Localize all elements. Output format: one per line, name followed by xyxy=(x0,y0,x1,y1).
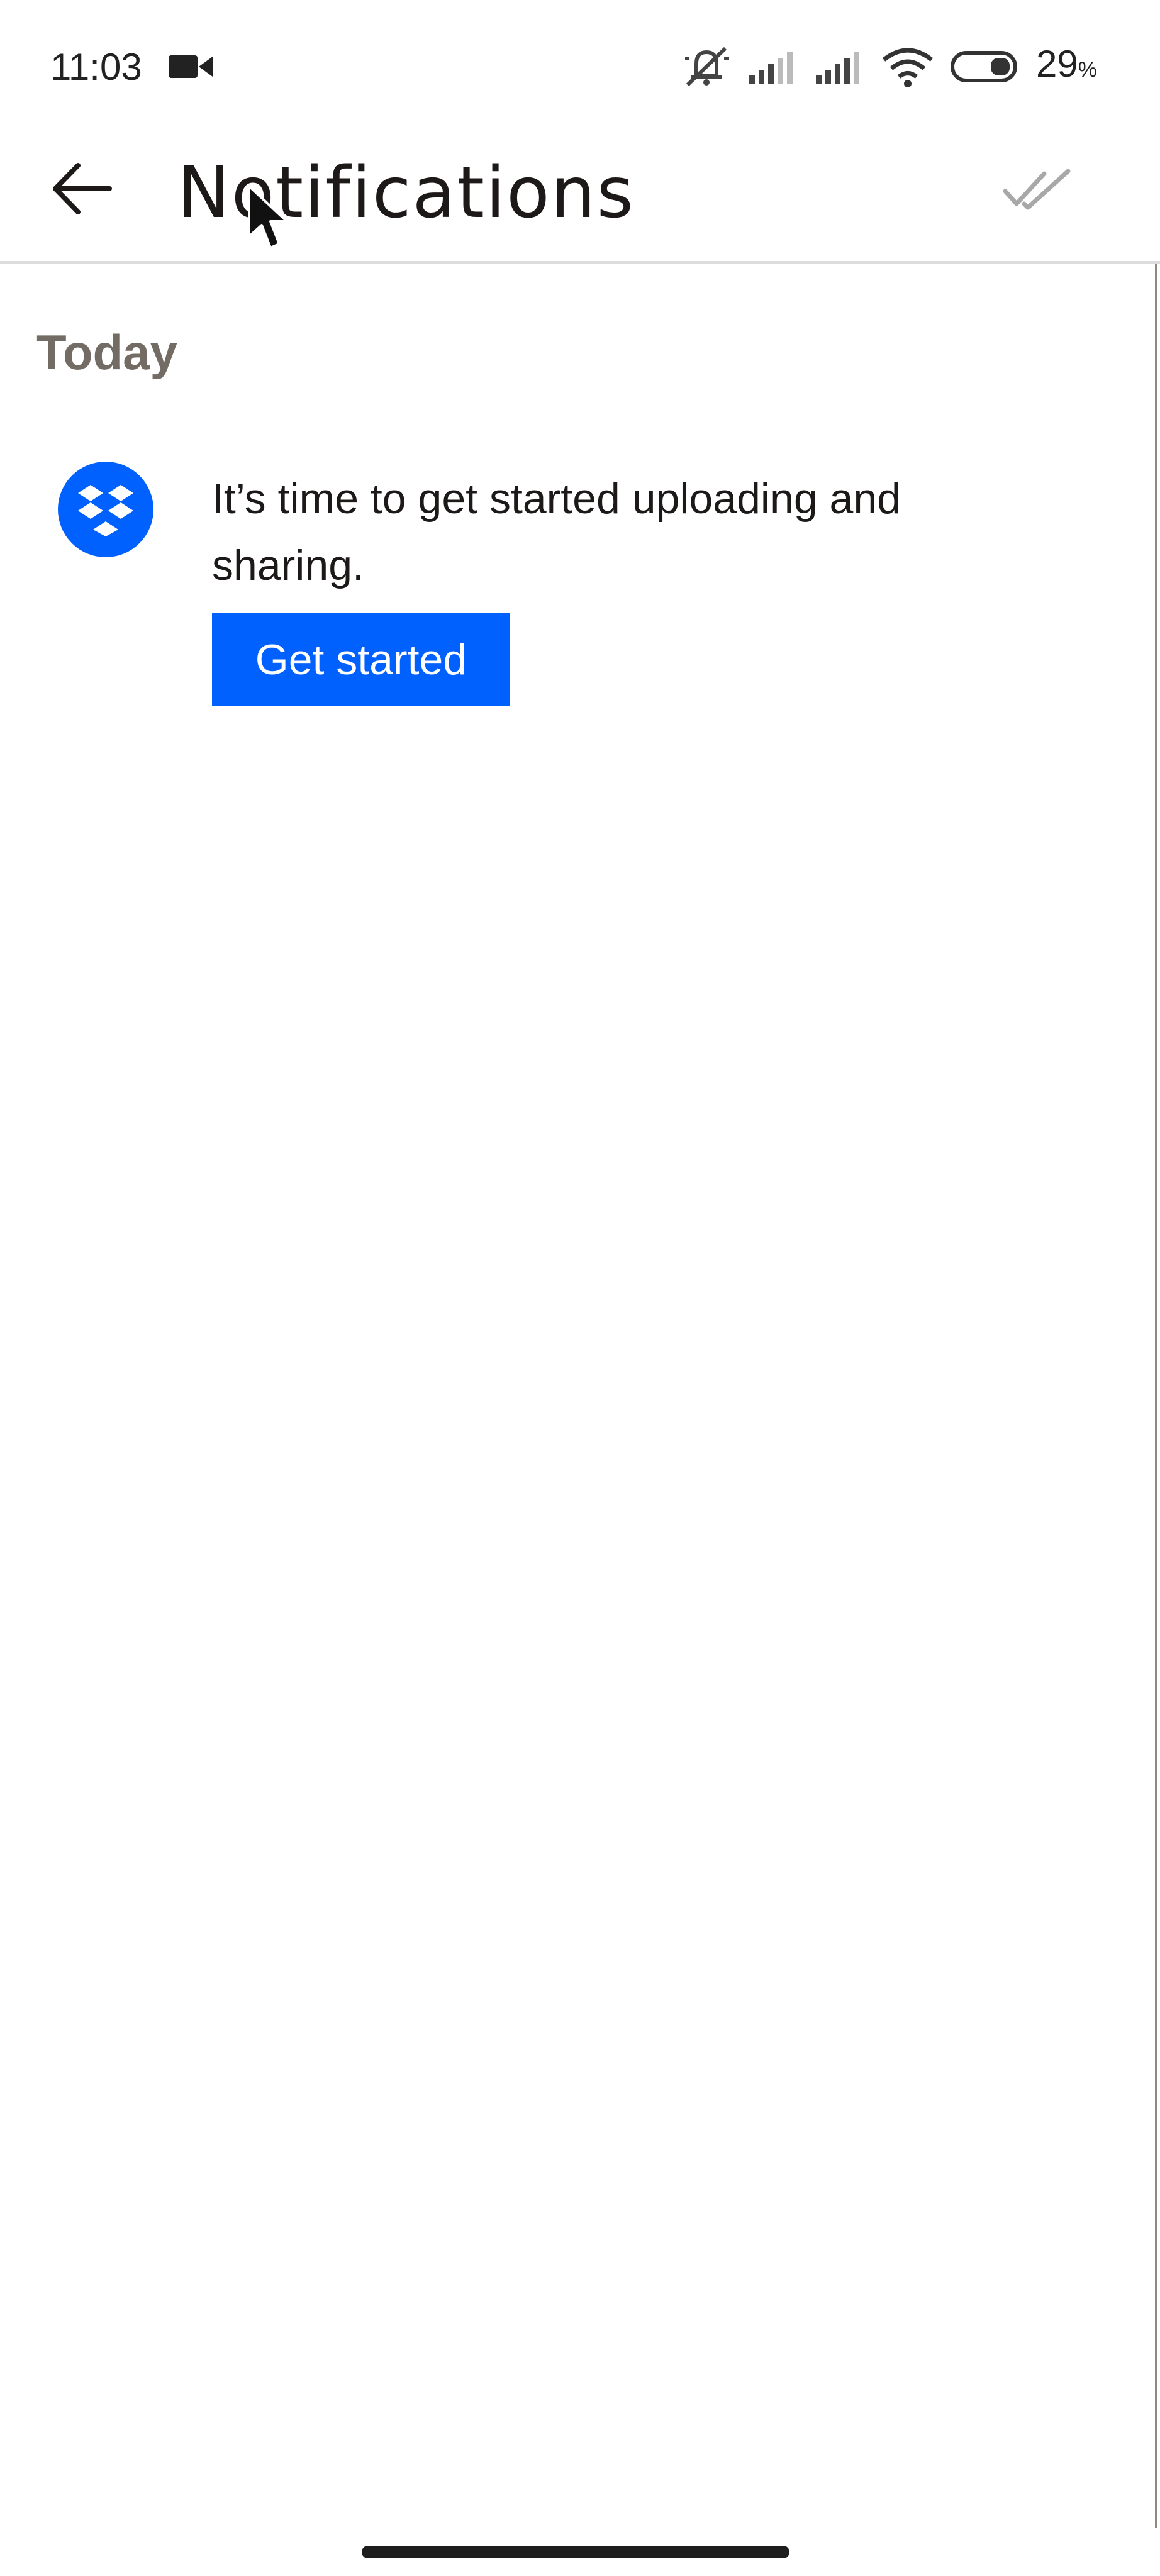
back-button[interactable] xyxy=(44,151,120,226)
status-time: 11:03 xyxy=(50,46,142,88)
battery-value: 29 xyxy=(1036,42,1078,85)
signal-strength-icon xyxy=(816,52,860,84)
signal-strength-icon xyxy=(749,52,793,84)
section-header-today: Today xyxy=(36,325,177,380)
video-camera-icon xyxy=(169,55,213,78)
wifi-icon xyxy=(882,48,934,87)
muted-bell-icon xyxy=(685,47,730,87)
battery-percent: 29% xyxy=(1036,42,1097,92)
scroll-edge-divider xyxy=(1155,264,1157,2528)
double-check-icon xyxy=(1003,169,1071,210)
battery-unit: % xyxy=(1078,57,1097,82)
status-indicators: 29% xyxy=(681,42,1097,92)
notification-message: It’s time to get started uploading and s… xyxy=(212,475,901,589)
mark-all-read-button[interactable] xyxy=(996,155,1078,224)
battery-icon xyxy=(951,51,1018,82)
dropbox-glyph xyxy=(78,485,133,536)
top-app-bar: Notifications xyxy=(0,132,1160,264)
dropbox-logo-icon xyxy=(58,462,153,557)
get-started-button[interactable]: Get started xyxy=(212,613,510,706)
gesture-navigation-bar[interactable] xyxy=(362,2546,789,2558)
status-bar: 11:03 29% xyxy=(0,0,1160,132)
mouse-cursor-icon xyxy=(248,185,288,249)
arrow-left-icon xyxy=(53,163,112,214)
notification-item[interactable]: It’s time to get started uploading and s… xyxy=(0,440,1155,717)
